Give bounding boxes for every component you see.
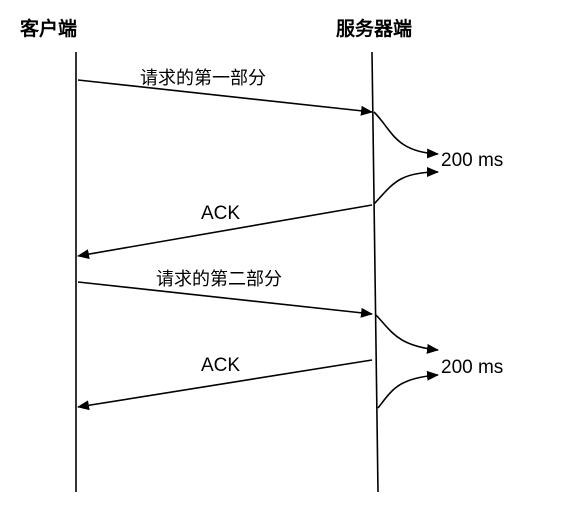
server-lifeline <box>371 51 379 493</box>
request-part2-label: 请求的第二部分 <box>156 269 282 290</box>
ack2-label: ACK <box>201 355 240 376</box>
delay2-out-arrow <box>377 370 439 409</box>
delay1-in-arrow <box>373 111 439 159</box>
server-label: 服务器端 <box>336 17 412 40</box>
client-label: 客户端 <box>20 17 77 40</box>
delay1-out-arrow <box>373 167 439 205</box>
sequence-diagram: 客户端 服务器端 请求的第一部分 200 ms ACK 请求的第二部分 200 … <box>20 17 503 493</box>
delay1-label: 200 ms <box>441 150 503 171</box>
request-part1-label: 请求的第一部分 <box>140 68 266 89</box>
delay2-in-arrow <box>375 314 439 354</box>
delay2-label: 200 ms <box>441 357 503 378</box>
ack1-label: ACK <box>201 203 240 224</box>
